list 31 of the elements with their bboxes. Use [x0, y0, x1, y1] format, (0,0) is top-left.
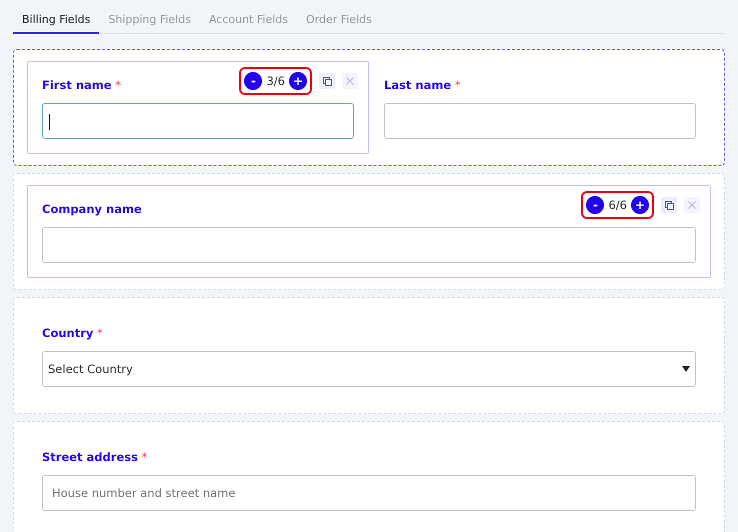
input-field[interactable]: House number and street name	[42, 475, 696, 511]
copy-icon	[322, 76, 332, 86]
country-dropdown[interactable]: Select Country	[42, 351, 696, 387]
field-label: Company name	[42, 201, 142, 218]
close-button[interactable]	[342, 73, 358, 89]
field-label: Country *	[42, 325, 103, 342]
field-label: Street address *	[42, 449, 148, 466]
input-field[interactable]	[42, 227, 696, 263]
increase-width-button[interactable]: +	[631, 196, 649, 214]
increase-width-button[interactable]: +	[289, 72, 307, 90]
form-row[interactable]: First name * - 3/6 + Last name *	[13, 49, 725, 166]
field-label: Last name *	[384, 77, 461, 94]
form-row[interactable]: Street address * House number and street name	[13, 421, 725, 532]
close-icon	[688, 201, 696, 209]
form-row[interactable]: Company name - 6/6 +	[13, 173, 725, 290]
copy-icon	[664, 200, 674, 210]
close-icon	[346, 77, 354, 85]
text-cursor	[49, 114, 50, 130]
caret-icon	[682, 366, 690, 372]
copy-button[interactable]	[319, 73, 335, 89]
tab[interactable]: Billing Fields	[13, 9, 100, 34]
decrease-width-button[interactable]: -	[244, 72, 262, 90]
input-field[interactable]	[384, 103, 696, 139]
width-value: 6/6	[608, 198, 627, 212]
close-button[interactable]	[684, 197, 700, 213]
input-field[interactable]	[42, 103, 354, 139]
decrease-width-button[interactable]: -	[586, 196, 604, 214]
width-value: 3/6	[266, 74, 285, 88]
copy-button[interactable]	[661, 197, 677, 213]
field-label: First name *	[42, 77, 121, 94]
form-row[interactable]: Country * Select Country	[13, 297, 725, 414]
